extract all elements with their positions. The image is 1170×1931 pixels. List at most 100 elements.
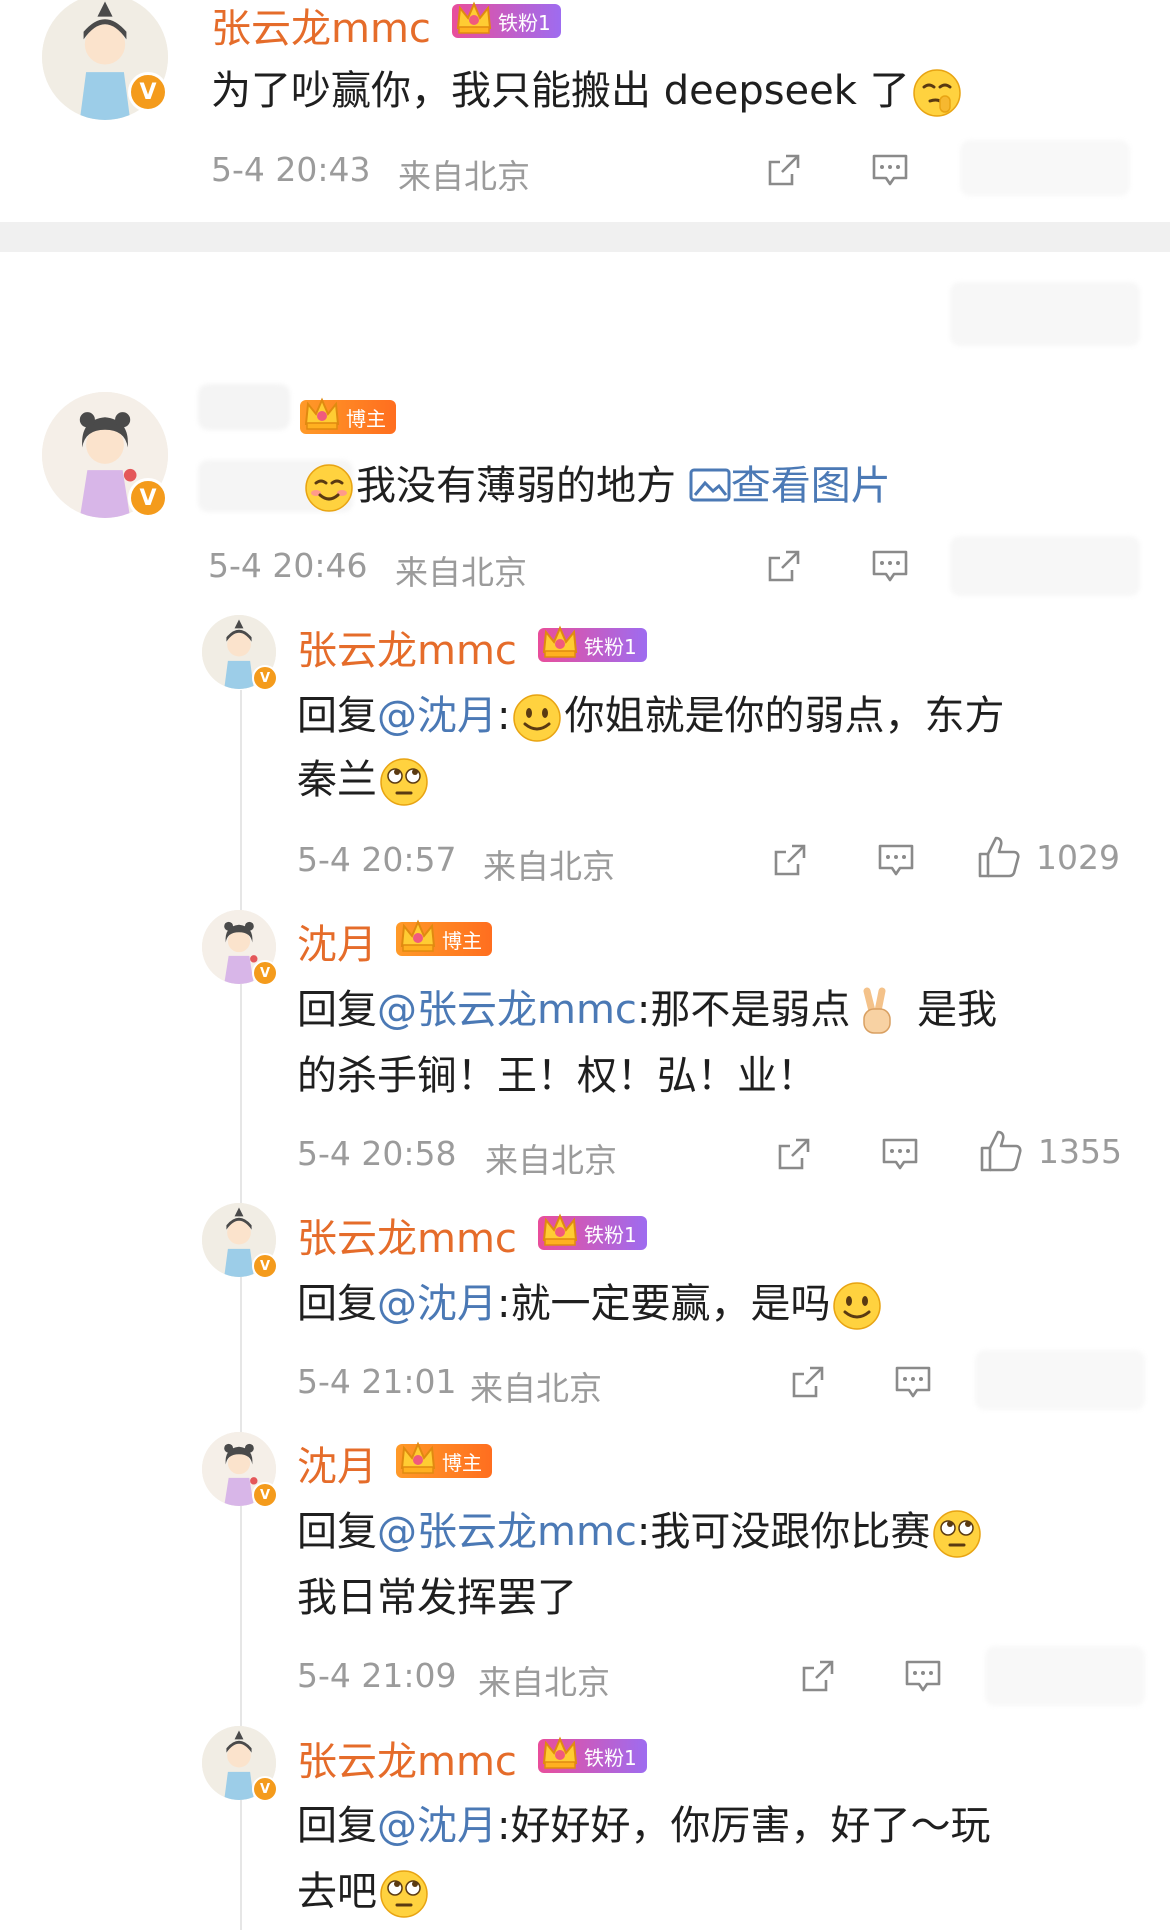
crown-icon	[540, 1210, 580, 1250]
reply-time: 5-4 20:57	[297, 840, 457, 879]
blurred-like-area	[950, 536, 1140, 596]
comment-text-body: 我没有薄弱的地方	[356, 463, 676, 509]
share-icon[interactable]	[774, 1134, 814, 1174]
like-button[interactable]: 1355	[978, 1128, 1122, 1174]
comment-icon[interactable]	[880, 1134, 920, 1174]
reply-prefix: 回复	[297, 1509, 377, 1555]
host-badge-label: 博主	[346, 406, 386, 431]
reply-location: 来自北京	[478, 1663, 610, 1702]
section-divider	[0, 222, 1170, 252]
mention-link[interactable]: @沈月	[377, 1281, 497, 1327]
comment-time: 5-4 20:46	[208, 546, 368, 585]
reply-text-line2: 的杀手锏！王！权！弘！业！	[297, 1048, 817, 1104]
reply-prefix: 回复	[297, 987, 377, 1033]
username[interactable]: 张云龙mmc	[211, 0, 431, 54]
fan-badge: 铁粉1	[538, 628, 647, 662]
reply-time: 5-4 21:09	[297, 1656, 457, 1695]
reply-text-line2: 我日常发挥罢了	[297, 1570, 577, 1626]
share-icon[interactable]	[770, 840, 810, 880]
avatar[interactable]: V	[202, 1203, 278, 1279]
comment-location: 来自北京	[395, 553, 527, 592]
blurred-like-area	[975, 1350, 1145, 1410]
like-count: 1029	[1036, 837, 1120, 877]
reply-text-body: 我日常发挥罢了	[297, 1575, 577, 1621]
fan-badge-label: 铁粉1	[498, 10, 551, 35]
reply-colon: :	[636, 1509, 651, 1555]
comment-text-body: 为了吵赢你，我只能搬出 deepseek 了	[211, 68, 910, 114]
thumbs-up-icon	[978, 1128, 1024, 1174]
fan-badge-label: 铁粉1	[584, 1745, 637, 1770]
reply-location: 来自北京	[470, 1369, 602, 1408]
smile-emoji-icon	[832, 1281, 882, 1331]
blurred-like-area	[960, 140, 1130, 196]
verified-icon: V	[128, 72, 168, 112]
verified-icon: V	[128, 478, 168, 518]
comment-text: 为了吵赢你，我只能搬出 deepseek 了	[211, 63, 964, 119]
mention-link[interactable]: @张云龙mmc	[377, 987, 637, 1033]
share-icon[interactable]	[764, 546, 804, 586]
comment-icon[interactable]	[870, 546, 910, 586]
blurred-like-area	[985, 1646, 1145, 1706]
reply-location: 来自北京	[483, 847, 615, 886]
reply-text-body: 去吧	[297, 1869, 377, 1915]
username[interactable]: 沈月	[297, 1434, 377, 1492]
share-icon[interactable]	[798, 1656, 838, 1696]
reply-colon: :	[497, 693, 511, 739]
comment-icon[interactable]	[870, 150, 910, 190]
reply-text-body: 我可没跟你比赛	[650, 1509, 931, 1555]
reply-text-line1: 回复@沈月:就一定要赢，是吗	[297, 1276, 884, 1332]
comment-icon[interactable]	[893, 1362, 933, 1402]
reply-time: 5-4 20:58	[297, 1134, 457, 1173]
reply-colon: :	[497, 1803, 511, 1849]
blurred-header-area	[950, 282, 1140, 346]
reply-text-line2: 秦兰	[297, 752, 431, 808]
username[interactable]: 张云龙mmc	[297, 1729, 517, 1787]
avatar[interactable]: V	[202, 1726, 278, 1802]
like-count: 1355	[1038, 1131, 1122, 1171]
avatar[interactable]: V	[202, 910, 278, 986]
eye-roll-emoji-icon	[379, 1869, 429, 1919]
comment-icon[interactable]	[876, 840, 916, 880]
crown-icon	[302, 394, 342, 434]
reply-colon: :	[636, 987, 651, 1033]
avatar[interactable]: V	[42, 0, 168, 120]
fan-badge: 铁粉1	[538, 1216, 647, 1250]
blush-emoji-icon	[304, 463, 354, 513]
verified-icon: V	[252, 1482, 278, 1508]
eye-roll-emoji-icon	[932, 1509, 982, 1559]
smile-emoji-icon	[512, 693, 562, 743]
mention-link[interactable]: @张云龙mmc	[377, 1509, 637, 1555]
reply-text-line2: 去吧	[297, 1864, 431, 1920]
username[interactable]: 张云龙mmc	[297, 618, 517, 676]
fan-badge: 铁粉1	[538, 1739, 647, 1773]
verified-icon: V	[252, 1776, 278, 1802]
share-icon[interactable]	[764, 150, 804, 190]
reply-prefix: 回复	[297, 693, 377, 739]
view-image-label: 查看图片	[730, 463, 891, 509]
fan-badge: 铁粉1	[452, 4, 561, 38]
comment-icon[interactable]	[903, 1656, 943, 1696]
reply-text-line1: 回复@张云龙mmc:我可没跟你比赛	[297, 1504, 984, 1560]
reply-text-body: 好好好，你厉害，好了～玩	[510, 1803, 991, 1849]
reply-text-line1: 回复@张云龙mmc:那不是弱点 是我	[297, 982, 997, 1038]
reply-text-body: 那不是弱点	[650, 987, 851, 1033]
shush-emoji-icon	[912, 68, 962, 118]
blurred-username	[198, 384, 290, 430]
avatar[interactable]: V	[202, 615, 278, 691]
username[interactable]: 沈月	[297, 912, 377, 970]
share-icon[interactable]	[788, 1362, 828, 1402]
reply-prefix: 回复	[297, 1281, 377, 1327]
crown-icon	[540, 622, 580, 662]
comment-text: 我没有薄弱的地方 查看图片	[302, 458, 891, 514]
fan-badge-label: 铁粉1	[584, 634, 637, 659]
mention-link[interactable]: @沈月	[377, 1803, 497, 1849]
avatar[interactable]: V	[42, 392, 168, 518]
verified-icon: V	[252, 960, 278, 986]
reply-colon: :	[497, 1281, 511, 1327]
fan-badge-label: 铁粉1	[584, 1222, 637, 1247]
mention-link[interactable]: @沈月	[377, 693, 497, 739]
view-image-link[interactable]: 查看图片	[689, 463, 891, 509]
avatar[interactable]: V	[202, 1432, 278, 1508]
username[interactable]: 张云龙mmc	[297, 1206, 517, 1264]
like-button[interactable]: 1029	[976, 834, 1120, 880]
